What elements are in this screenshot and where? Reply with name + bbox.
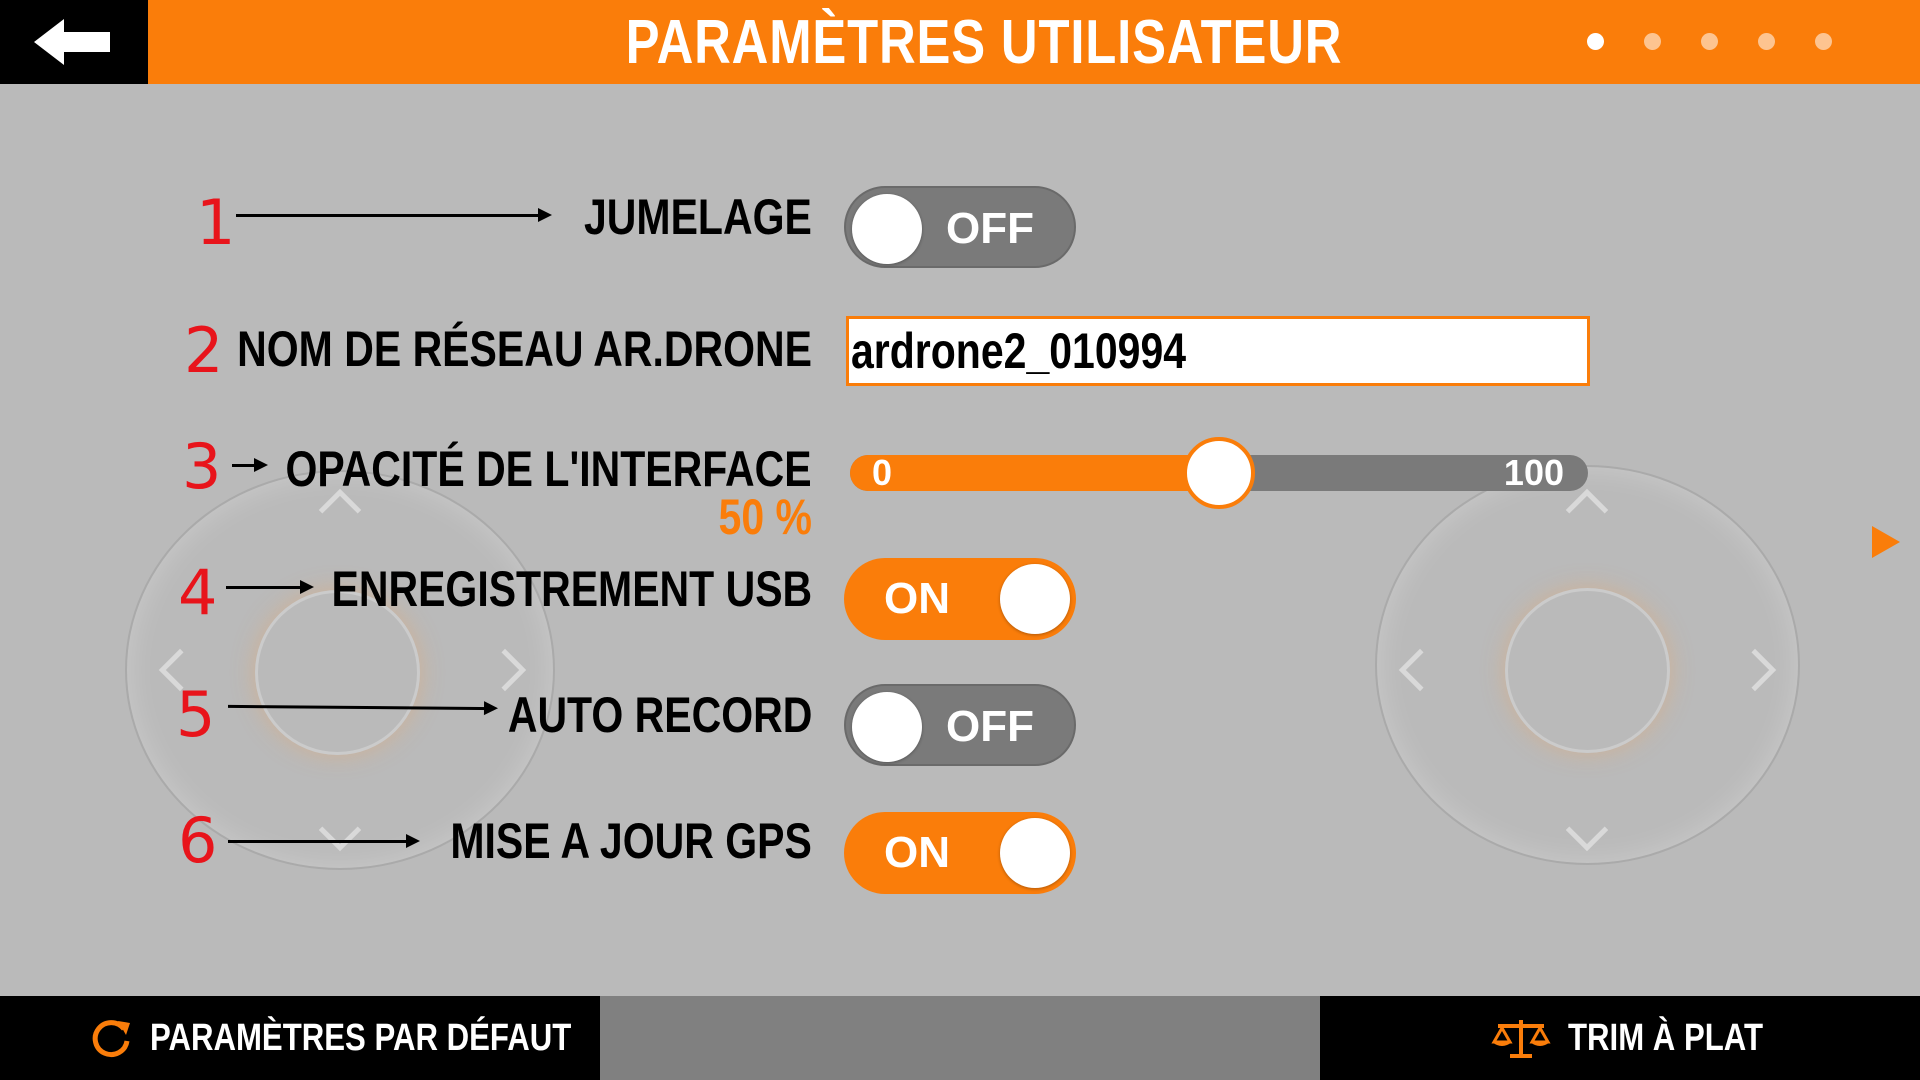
page-dot[interactable] (1815, 33, 1832, 50)
toggle-state: OFF (946, 702, 1034, 751)
toggle-state: OFF (946, 204, 1034, 253)
annotation-arrow (236, 208, 552, 222)
usb-recording-toggle[interactable]: ON (844, 558, 1076, 640)
slider-max-label: 100 (1503, 452, 1564, 493)
right-joystick-knob (1505, 588, 1670, 753)
page-dot[interactable] (1758, 33, 1775, 50)
slider-min-label: 0 (872, 452, 893, 493)
pairing-toggle[interactable]: OFF (844, 186, 1076, 268)
row-marker: 6 (178, 804, 218, 877)
arrow-left-icon (34, 19, 110, 65)
page-indicator (1587, 33, 1832, 50)
row-marker: 4 (178, 556, 218, 629)
network-name-input[interactable]: ardrone2_010994 (846, 316, 1590, 386)
toggle-knob (852, 692, 922, 762)
toggle-state: ON (884, 574, 950, 623)
gps-update-label: MISE A JOUR GPS (450, 813, 812, 869)
usb-recording-label: ENREGISTREMENT USB (331, 561, 812, 617)
toggle-knob (852, 194, 922, 264)
slider-handle[interactable] (1183, 437, 1255, 509)
balance-scale-icon (1491, 1020, 1551, 1058)
opacity-slider[interactable]: 0 100 (850, 437, 1588, 509)
next-page-arrow-icon[interactable] (1872, 526, 1900, 558)
toggle-state: ON (884, 828, 950, 877)
header-bar: PARAMÈTRES UTILISATEUR (0, 0, 1920, 84)
auto-record-toggle[interactable]: OFF (844, 684, 1076, 766)
back-button[interactable] (0, 0, 148, 84)
row-marker: 5 (176, 678, 216, 751)
flat-trim-button[interactable]: TRIM À PLAT (1320, 996, 1920, 1080)
toggle-knob (1000, 818, 1070, 888)
slider-fill (850, 455, 1219, 491)
row-marker: 1 (196, 186, 236, 259)
auto-record-label: AUTO RECORD (507, 687, 812, 743)
footer-bar: PARAMÈTRES PAR DÉFAUT TRIM À PLAT (0, 996, 1920, 1080)
gps-update-toggle[interactable]: ON (844, 812, 1076, 894)
page-dot[interactable] (1701, 33, 1718, 50)
page-dot[interactable] (1644, 33, 1661, 50)
refresh-icon (92, 1020, 130, 1058)
pairing-label: JUMELAGE (584, 189, 812, 245)
opacity-value: 50 % (718, 489, 812, 545)
default-settings-button[interactable]: PARAMÈTRES PAR DÉFAUT (0, 996, 600, 1080)
toggle-knob (1000, 564, 1070, 634)
page-dot[interactable] (1587, 33, 1604, 50)
network-name-label: NOM DE RÉSEAU AR.DRONE (237, 321, 812, 377)
